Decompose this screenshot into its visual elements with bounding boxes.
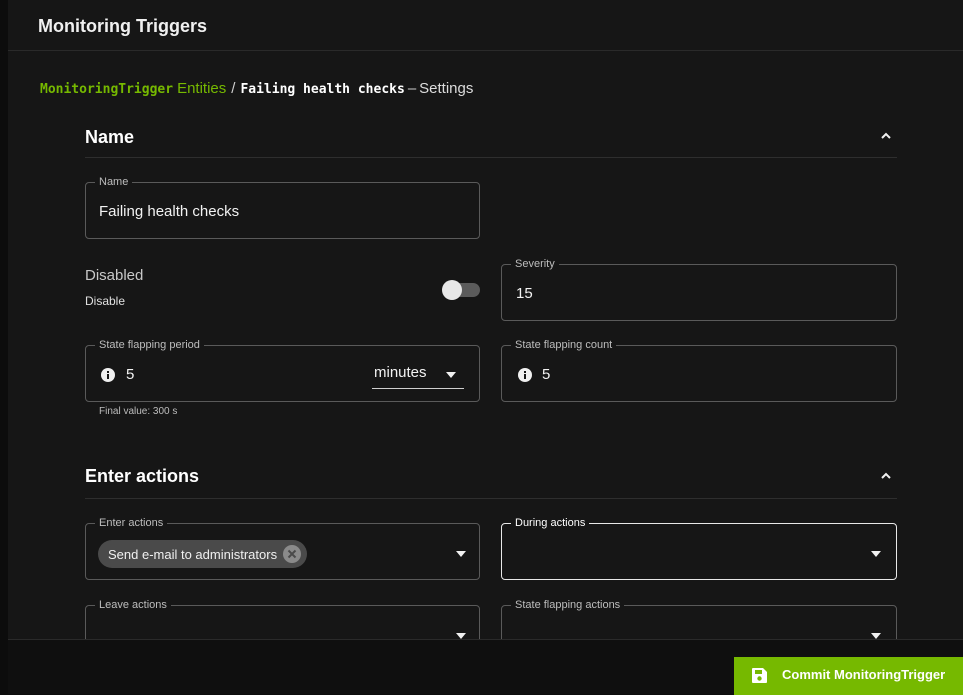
top-bar: Monitoring Triggers: [8, 0, 963, 51]
section-title-enter-actions: Enter actions: [85, 466, 200, 486]
disabled-label: Disabled: [85, 267, 144, 284]
flapping-period-label: State flapping period: [95, 338, 204, 352]
breadcrumb-page: Settings: [419, 80, 474, 97]
severity-field-value: 15: [516, 285, 533, 302]
name-field-value: Failing health checks: [99, 203, 240, 220]
disabled-toggle[interactable]: [442, 280, 480, 300]
severity-field[interactable]: Severity 15: [501, 257, 897, 321]
disabled-sublabel: Disable: [85, 294, 126, 308]
save-icon: [752, 668, 767, 683]
unit-select[interactable]: minutes: [372, 363, 464, 389]
section-title-name: Name: [85, 127, 135, 147]
section-divider: [85, 157, 897, 158]
flapping-actions-label: State flapping actions: [511, 598, 625, 612]
caret-down-icon: [446, 372, 456, 378]
flapping-period-value: 5: [126, 366, 135, 383]
severity-field-label: Severity: [511, 257, 559, 271]
flapping-period-hint: Final value: 300 s: [99, 406, 178, 417]
info-icon: [101, 368, 115, 382]
breadcrumb-separator: /: [231, 80, 236, 97]
info-icon: [518, 368, 532, 382]
commit-button[interactable]: Commit MonitoringTrigger: [734, 657, 963, 695]
section-divider: [85, 498, 897, 499]
caret-down-icon: [456, 551, 466, 557]
chevron-up-icon[interactable]: [878, 468, 894, 484]
commit-button-label: Commit MonitoringTrigger: [782, 667, 946, 682]
flapping-period-field[interactable]: State flapping period 5 minutes: [85, 338, 480, 402]
app-title: Monitoring Triggers: [38, 16, 207, 36]
breadcrumb-entity-link[interactable]: MonitoringTrigger: [40, 82, 173, 97]
action-chip-label: Send e-mail to administrators: [108, 546, 278, 562]
footer-bar: Commit MonitoringTrigger: [8, 639, 963, 695]
toggle-knob: [442, 280, 462, 300]
leave-actions-label: Leave actions: [95, 598, 171, 612]
breadcrumb-entities-link[interactable]: Entities: [177, 80, 226, 97]
flapping-count-label: State flapping count: [511, 338, 617, 352]
flapping-count-field[interactable]: State flapping count 5: [501, 338, 897, 402]
flapping-count-value: 5: [542, 366, 551, 383]
breadcrumb: MonitoringTrigger Entities / Failing health…: [40, 80, 473, 97]
name-field-label: Name: [95, 175, 133, 189]
during-actions-label: During actions: [511, 516, 590, 530]
breadcrumb-dash: –: [407, 80, 417, 97]
caret-down-icon: [871, 551, 881, 557]
remove-chip-icon[interactable]: [283, 545, 302, 563]
unit-select-value: minutes: [374, 364, 427, 381]
action-chip: Send e-mail to administrators: [98, 540, 308, 568]
app-frame: Monitoring Triggers MonitoringTrigger Ent…: [8, 0, 963, 695]
name-field[interactable]: Name Failing health checks: [85, 175, 480, 239]
during-actions-select[interactable]: During actions: [501, 516, 897, 580]
enter-actions-label: Enter actions: [95, 516, 168, 530]
enter-actions-select[interactable]: Enter actions Send e-mail to administrat…: [85, 516, 480, 580]
chevron-up-icon[interactable]: [878, 128, 894, 144]
breadcrumb-item-name: Failing health checks: [240, 82, 405, 97]
